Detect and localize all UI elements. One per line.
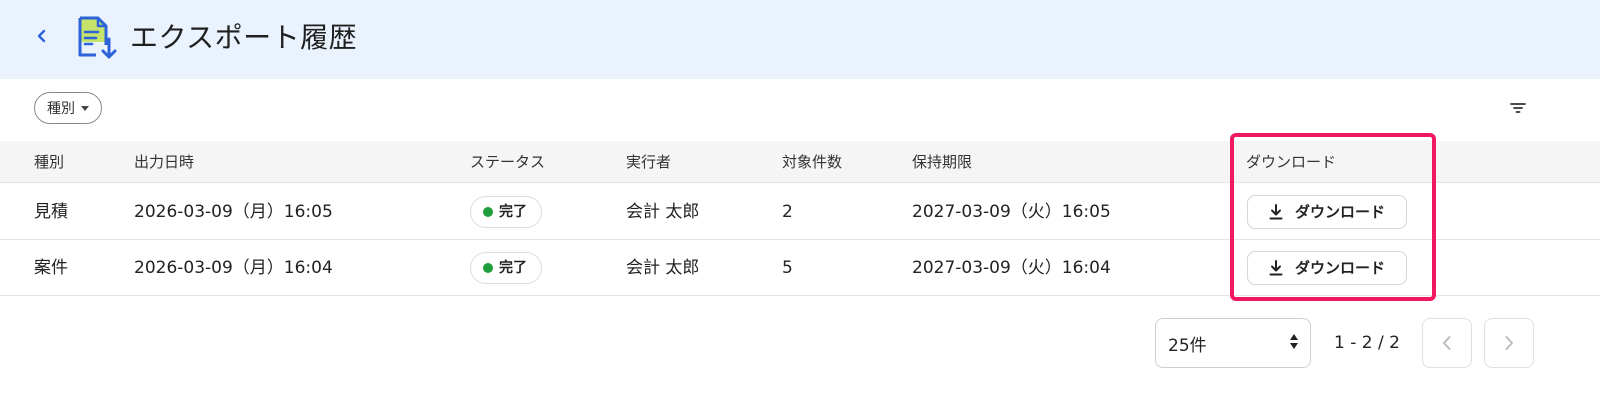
chevron-left-icon bbox=[1443, 336, 1451, 350]
type-filter-chip[interactable]: 種別 bbox=[34, 92, 102, 124]
cell-type: 見積 bbox=[34, 202, 68, 222]
per-page-select[interactable]: 25件 bbox=[1155, 318, 1311, 368]
download-button[interactable]: ダウンロード bbox=[1247, 195, 1407, 229]
download-button[interactable]: ダウンロード bbox=[1247, 251, 1407, 285]
cell-output-datetime: 2026-03-09（月）16:04 bbox=[134, 258, 333, 278]
cell-type: 案件 bbox=[34, 258, 68, 278]
column-header-retention[interactable]: 保持期限 bbox=[912, 141, 972, 183]
chevron-right-icon bbox=[1505, 336, 1513, 350]
cell-executor: 会計 太郎 bbox=[626, 258, 700, 278]
table-row: 案件 2026-03-09（月）16:04 完了 会計 太郎 5 2027-03… bbox=[0, 240, 1600, 296]
download-icon bbox=[1269, 204, 1283, 220]
page-range: 1 - 2 / 2 bbox=[1334, 333, 1400, 353]
status-label: 完了 bbox=[499, 204, 527, 220]
column-header-count[interactable]: 対象件数 bbox=[782, 141, 842, 183]
column-header-download: ダウンロード bbox=[1246, 153, 1337, 171]
caret-down-icon bbox=[81, 105, 89, 111]
status-dot-icon bbox=[483, 207, 493, 217]
download-button-label: ダウンロード bbox=[1294, 202, 1385, 221]
cell-count: 5 bbox=[782, 258, 793, 278]
cell-executor: 会計 太郎 bbox=[626, 202, 700, 222]
status-label: 完了 bbox=[499, 260, 527, 276]
next-page-button[interactable] bbox=[1484, 318, 1534, 368]
status-badge: 完了 bbox=[470, 196, 542, 228]
per-page-value: 25件 bbox=[1168, 335, 1207, 356]
select-arrows-icon bbox=[1290, 334, 1298, 349]
previous-page-button[interactable] bbox=[1422, 318, 1472, 368]
page-title: エクスポート履歴 bbox=[130, 21, 358, 54]
cell-output-datetime: 2026-03-09（月）16:05 bbox=[134, 202, 333, 222]
page-header: エクスポート履歴 bbox=[0, 0, 1600, 79]
back-button[interactable] bbox=[30, 24, 54, 48]
cell-retention: 2027-03-09（火）16:05 bbox=[912, 202, 1111, 222]
type-filter-label: 種別 bbox=[47, 101, 75, 117]
download-button-label: ダウンロード bbox=[1294, 258, 1385, 277]
document-download-icon bbox=[78, 16, 117, 59]
status-badge: 完了 bbox=[470, 252, 542, 284]
status-dot-icon bbox=[483, 263, 493, 273]
download-icon bbox=[1269, 260, 1283, 276]
column-header-output-datetime[interactable]: 出力日時 bbox=[134, 141, 194, 183]
cell-retention: 2027-03-09（火）16:04 bbox=[912, 258, 1111, 278]
column-header-executor[interactable]: 実行者 bbox=[626, 141, 671, 183]
column-header-type[interactable]: 種別 bbox=[34, 141, 64, 183]
cell-count: 2 bbox=[782, 202, 793, 222]
filter-icon bbox=[1510, 103, 1526, 113]
chevron-left-icon bbox=[37, 29, 46, 43]
filter-button[interactable] bbox=[1504, 94, 1532, 122]
column-header-status[interactable]: ステータス bbox=[470, 141, 545, 183]
table-row: 見積 2026-03-09（月）16:05 完了 会計 太郎 2 2027-03… bbox=[0, 184, 1600, 240]
table-header: 種別 出力日時 ステータス 実行者 対象件数 保持期限 ダウンロード bbox=[0, 141, 1600, 183]
